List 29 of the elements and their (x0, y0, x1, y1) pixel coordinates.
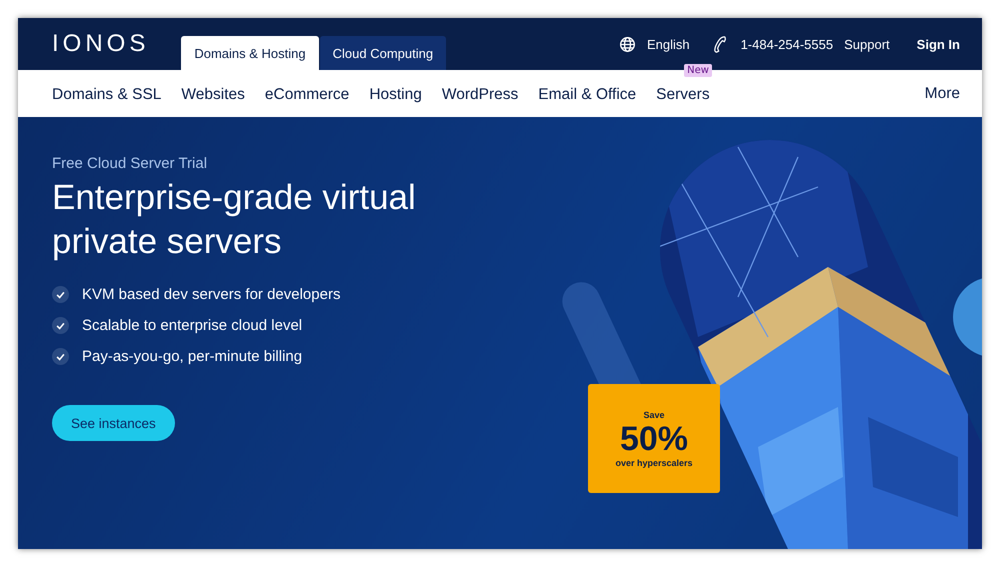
feature-text: Pay-as-you-go, per-minute billing (82, 348, 302, 365)
check-icon (52, 348, 69, 365)
promo-label: Save (643, 410, 665, 420)
check-icon (52, 317, 69, 334)
nav-link[interactable]: Servers (656, 86, 710, 102)
more-menu[interactable]: More (924, 84, 960, 102)
category-tab[interactable]: Cloud Computing (320, 36, 446, 70)
logo[interactable]: IONOS (52, 30, 150, 58)
promo-caption: over hyperscalers (615, 458, 693, 468)
language-link[interactable]: English (646, 36, 690, 52)
nav-link[interactable]: Websites (181, 86, 245, 102)
globe-icon (618, 36, 636, 52)
hero-title: Enterprise-grade virtual private servers (52, 177, 417, 263)
nav-link[interactable]: eCommerce (264, 86, 350, 102)
category-tab[interactable]: Domains & Hosting (181, 36, 319, 70)
nav-link[interactable]: Hosting (369, 86, 422, 102)
feature-text: Scalable to enterprise cloud level (82, 317, 302, 334)
support-link[interactable]: Support (844, 36, 890, 52)
hero-eyebrow: Free Cloud Server Trial (52, 155, 208, 172)
nav-link[interactable]: WordPress (442, 86, 518, 102)
nav-link[interactable]: Domains & SSL (52, 86, 162, 102)
promo-percentage: 50% (620, 420, 688, 458)
see-instances-button[interactable]: See instances (52, 405, 175, 441)
new-badge: New (684, 64, 712, 76)
phone-link[interactable]: 1-484-254-5555 (740, 36, 834, 52)
feature-text: KVM based dev servers for developers (82, 286, 340, 303)
check-icon (52, 286, 69, 303)
nav-link[interactable]: Email & Office (538, 86, 636, 102)
sign-in-link[interactable]: Sign In (916, 36, 960, 52)
